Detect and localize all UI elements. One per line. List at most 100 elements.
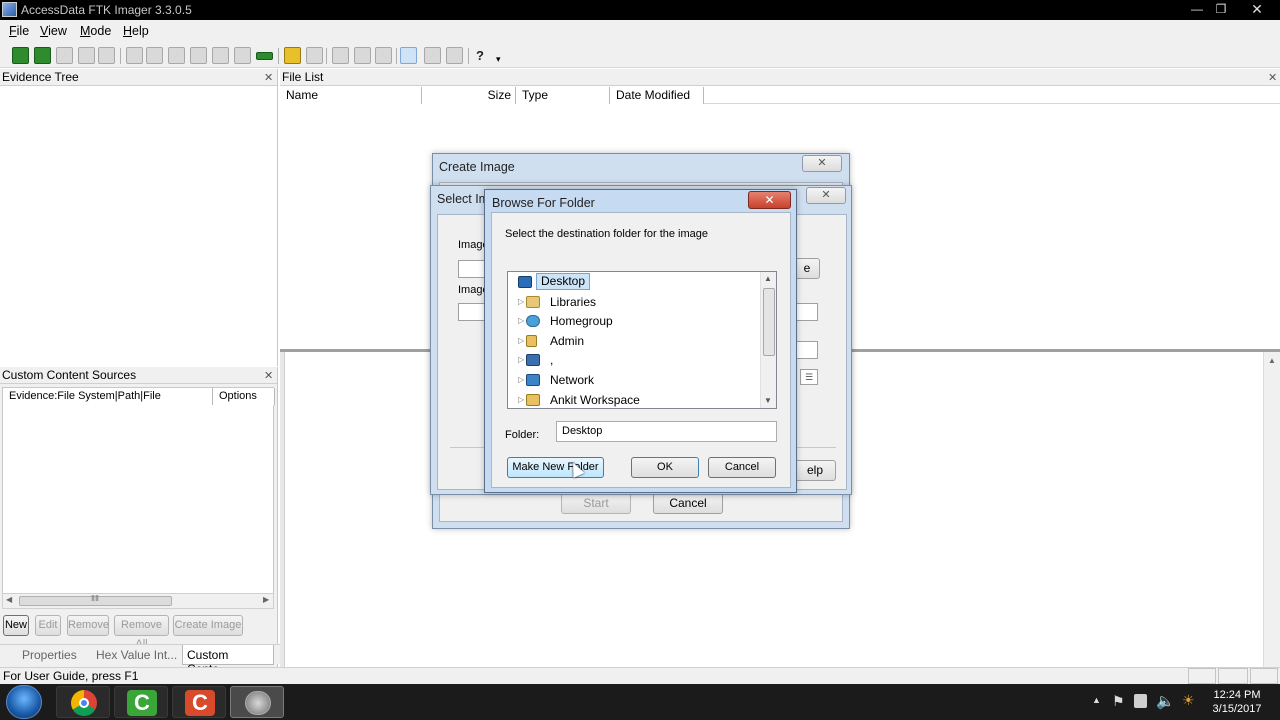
create-image-title: Create Image [439, 160, 515, 174]
remove-all-sources-button[interactable]: Remove All [114, 615, 169, 650]
toolbar-overflow-icon[interactable]: ▾ [496, 54, 501, 65]
scroll-down-icon[interactable]: ▼ [764, 396, 772, 405]
expand-arrow-icon[interactable]: ▷ [518, 391, 524, 409]
column-size[interactable]: Size [422, 87, 516, 104]
spinner-icon[interactable]: ☰ [800, 369, 818, 385]
volume-icon[interactable]: 🔈 [1156, 692, 1175, 710]
tab-properties[interactable]: Properties [22, 648, 77, 662]
restore-button[interactable]: ❐ [1208, 0, 1234, 18]
menu-view[interactable]: View [40, 24, 67, 38]
help-question-icon[interactable]: ? [476, 48, 484, 63]
edit-source-button[interactable]: Edit [35, 615, 61, 636]
tab-hex-value-interpreter[interactable]: Hex Value Int... [96, 648, 177, 662]
export-files-icon[interactable] [212, 47, 229, 64]
column-evidence-path[interactable]: Evidence:File System|Path|File [3, 388, 213, 405]
image-mounting-icon[interactable] [56, 47, 73, 64]
remove-evidence-icon[interactable] [78, 47, 95, 64]
expand-arrow-icon[interactable]: ▷ [518, 312, 524, 330]
export-disk-image-icon[interactable] [146, 47, 163, 64]
menu-file[interactable]: File [9, 24, 29, 38]
close-create-image-icon[interactable]: ✕ [802, 155, 842, 172]
expand-arrow-icon[interactable]: ▷ [518, 293, 524, 311]
create-image-cancel-button[interactable]: Cancel [653, 493, 723, 514]
folder-tree[interactable]: Desktop ▷ Libraries ▷ Homegroup ▷ Admin … [507, 271, 777, 409]
taskbar-chrome[interactable] [56, 686, 110, 718]
add-all-evidence-icon[interactable] [34, 47, 51, 64]
scroll-grip-icon: ⅡⅡ [91, 594, 99, 603]
scroll-up-icon[interactable]: ▲ [1268, 356, 1276, 365]
menu-mode[interactable]: Mode [80, 24, 111, 38]
compression-field[interactable] [794, 341, 818, 359]
make-new-folder-button[interactable]: Make New Folder [507, 457, 604, 478]
start-button-icon[interactable] [6, 685, 42, 719]
add-evidence-icon[interactable] [12, 47, 29, 64]
viewer-splitter[interactable] [280, 352, 285, 667]
remove-source-button[interactable]: Remove [67, 615, 109, 636]
close-file-list-icon[interactable]: ✕ [1268, 71, 1277, 84]
close-evidence-tree-icon[interactable]: ✕ [264, 71, 273, 84]
network-status-icon[interactable]: ☀ [1182, 692, 1195, 709]
taskbar-clock[interactable]: 12:24 PM 3/15/2017 [1203, 688, 1271, 716]
ok-button[interactable]: OK [631, 457, 699, 478]
taskbar-camtasia-green[interactable]: C [114, 686, 168, 718]
text-view-icon[interactable] [424, 47, 441, 64]
close-browse-folder-icon[interactable]: ✕ [748, 191, 791, 209]
view-file-icon[interactable] [332, 47, 349, 64]
scroll-right-icon[interactable]: ▶ [263, 595, 269, 604]
device-icon[interactable] [1134, 694, 1147, 708]
create-disk-image-icon[interactable] [126, 47, 143, 64]
close-custom-sources-icon[interactable]: ✕ [264, 369, 273, 382]
custom-sources-horizontal-scrollbar[interactable]: ◀ ⅡⅡ ▶ [2, 593, 274, 609]
expand-arrow-icon[interactable]: ▷ [518, 332, 524, 350]
help-button[interactable]: elp [794, 460, 836, 481]
export-hash-icon[interactable] [234, 47, 251, 64]
tab-custom-content[interactable]: Custom Conte... [182, 645, 274, 676]
tree-item-label: Libraries [550, 295, 597, 309]
action-center-flag-icon[interactable]: ⚑ [1112, 693, 1125, 710]
export-logical-image-icon[interactable] [168, 47, 185, 64]
evidence-tree-header: Evidence Tree [0, 69, 277, 86]
column-date-modified[interactable]: Date Modified [610, 87, 704, 104]
evidence-tree-title: Evidence Tree [2, 70, 79, 84]
show-hidden-icons[interactable]: ▲ [1092, 695, 1101, 705]
folder-icon [526, 394, 540, 406]
hex-view-icon[interactable] [446, 47, 463, 64]
start-button[interactable]: Start [561, 493, 631, 514]
auto-view-icon[interactable] [400, 47, 417, 64]
new-source-button[interactable]: New [3, 615, 29, 636]
remove-all-evidence-icon[interactable] [98, 47, 115, 64]
column-type[interactable]: Type [516, 87, 610, 104]
scroll-thumb[interactable] [763, 288, 775, 356]
scroll-up-icon[interactable]: ▲ [764, 274, 772, 283]
custom-sources-list: Evidence:File System|Path|File Options [2, 387, 275, 609]
memory-capture-icon[interactable] [256, 52, 273, 60]
properties-icon[interactable] [306, 47, 323, 64]
viewer-vertical-scrollbar[interactable]: ▲ [1263, 352, 1280, 667]
scroll-left-icon[interactable]: ◀ [6, 595, 12, 604]
close-window-button[interactable]: ✕ [1244, 0, 1270, 18]
column-options[interactable]: Options [213, 388, 275, 405]
view-hex-icon[interactable] [375, 47, 392, 64]
column-name[interactable]: Name [280, 87, 422, 104]
expand-arrow-icon[interactable]: ▷ [518, 351, 524, 369]
browse-button[interactable]: e [794, 258, 820, 279]
expand-arrow-icon[interactable]: ▷ [518, 371, 524, 389]
clock-date: 3/15/2017 [1212, 703, 1262, 715]
menu-help[interactable]: Help [123, 24, 149, 38]
file-list-header: File List [280, 69, 1280, 86]
taskbar-camtasia-red[interactable]: C [172, 686, 226, 718]
folder-tree-scrollbar[interactable]: ▲ ▼ [760, 272, 776, 408]
browse-cancel-button[interactable]: Cancel [708, 457, 776, 478]
minimize-button[interactable]: — [1184, 0, 1210, 18]
taskbar-ftk-imager[interactable] [230, 686, 284, 718]
status-bar: For User Guide, press F1 [0, 667, 1280, 684]
add-custom-content-icon[interactable] [190, 47, 207, 64]
toolbar-separator [278, 48, 279, 64]
create-image-button[interactable]: Create Image [173, 615, 243, 636]
view-text-icon[interactable] [354, 47, 371, 64]
verify-image-icon[interactable] [284, 47, 301, 64]
folder-input[interactable]: Desktop [556, 421, 777, 442]
fragment-size-field[interactable] [794, 303, 818, 321]
close-select-image-icon[interactable]: ✕ [806, 187, 846, 204]
tree-item-label: Ankit Workspace [550, 393, 640, 407]
